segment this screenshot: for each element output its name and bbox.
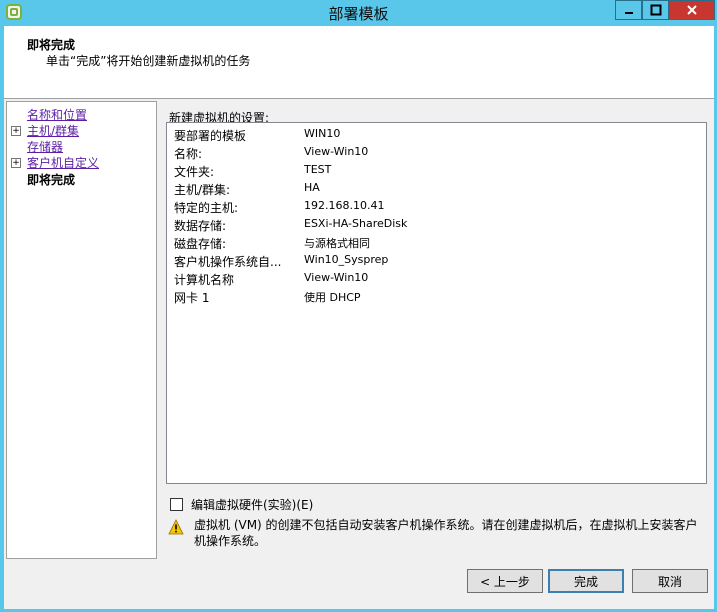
setting-value: View-Win10 <box>304 271 369 284</box>
nav-item-name-location[interactable]: 名称和位置 <box>27 106 87 122</box>
nav-item-ready-to-complete: 即将完成 <box>27 173 76 187</box>
settings-row: 网卡 1 使用 DHCP <box>174 289 694 307</box>
wizard-body: + + 名称和位置 主机/群集 存储器 客户机自定义 即将完成 新建虚拟机的设置… <box>4 99 714 609</box>
setting-key: 要部署的模板 <box>174 129 247 143</box>
cancel-button[interactable]: 取消 <box>632 569 708 593</box>
edit-hardware-label[interactable]: 编辑虚拟硬件(实验)(E) <box>191 496 313 513</box>
wizard-header: 即将完成 单击“完成”将开始创建新虚拟机的任务 <box>4 26 714 99</box>
expand-icon[interactable]: + <box>11 126 21 136</box>
setting-key: 客户机操作系统自... <box>174 255 282 269</box>
setting-value: HA <box>304 181 320 194</box>
title-bar: 部署模板 <box>0 0 717 26</box>
page-title: 即将完成 <box>27 38 76 52</box>
settings-row: 要部署的模板 WIN10 <box>174 127 694 145</box>
setting-value: 192.168.10.41 <box>304 199 385 212</box>
window-title: 部署模板 <box>328 5 389 23</box>
minimize-button[interactable] <box>615 0 642 20</box>
setting-key: 主机/群集: <box>174 183 231 197</box>
settings-list[interactable]: 要部署的模板 WIN10 名称: View-Win10 文件夹: TEST 主机/群集… <box>166 122 707 484</box>
setting-key: 名称: <box>174 147 203 161</box>
setting-key: 网卡 1 <box>174 291 210 305</box>
setting-value: 与源格式相同 <box>304 237 370 250</box>
nav-item-storage[interactable]: 存储器 <box>27 138 63 154</box>
setting-key: 磁盘存储: <box>174 237 227 251</box>
setting-key: 特定的主机: <box>174 201 239 215</box>
finish-button[interactable]: 完成 <box>548 569 624 593</box>
minimize-icon <box>624 12 633 14</box>
settings-row: 文件夹: TEST <box>174 163 694 181</box>
setting-value: WIN10 <box>304 127 341 140</box>
wizard-nav: + + 名称和位置 主机/群集 存储器 客户机自定义 即将完成 <box>6 101 157 559</box>
settings-row: 名称: View-Win10 <box>174 145 694 163</box>
settings-row: 特定的主机: 192.168.10.41 <box>174 199 694 217</box>
setting-key: 计算机名称 <box>174 273 235 287</box>
settings-row: 客户机操作系统自... Win10_Sysprep <box>174 253 694 271</box>
setting-value: Win10_Sysprep <box>304 253 389 266</box>
setting-value: TEST <box>304 163 332 176</box>
page-subtitle: 单击“完成”将开始创建新虚拟机的任务 <box>46 54 251 68</box>
setting-value: View-Win10 <box>304 145 369 158</box>
maximize-icon <box>650 4 661 16</box>
setting-key: 数据存储: <box>174 219 227 233</box>
nav-item-host-cluster[interactable]: 主机/群集 <box>27 122 79 138</box>
settings-row: 计算机名称 View-Win10 <box>174 271 694 289</box>
warning-icon <box>168 519 184 535</box>
edit-hardware-option[interactable]: 编辑虚拟硬件(实验)(E) <box>170 496 313 513</box>
maximize-button[interactable] <box>642 0 669 20</box>
settings-row: 磁盘存储: 与源格式相同 <box>174 235 694 253</box>
close-icon <box>687 5 697 15</box>
expand-icon[interactable]: + <box>11 158 21 168</box>
edit-hardware-checkbox[interactable] <box>170 498 183 511</box>
setting-value: ESXi-HA-ShareDisk <box>304 217 408 230</box>
settings-row: 主机/群集: HA <box>174 181 694 199</box>
nav-item-guest-customization[interactable]: 客户机自定义 <box>27 154 99 170</box>
close-button[interactable] <box>669 0 715 20</box>
setting-value: 使用 DHCP <box>304 291 361 304</box>
back-button[interactable]: < 上一步 <box>467 569 543 593</box>
setting-key: 文件夹: <box>174 165 215 179</box>
settings-row: 数据存储: ESXi-HA-ShareDisk <box>174 217 694 235</box>
warning-text: 虚拟机 (VM) 的创建不包括自动安装客户机操作系统。请在创建虚拟机后，在虚拟机… <box>194 518 698 548</box>
